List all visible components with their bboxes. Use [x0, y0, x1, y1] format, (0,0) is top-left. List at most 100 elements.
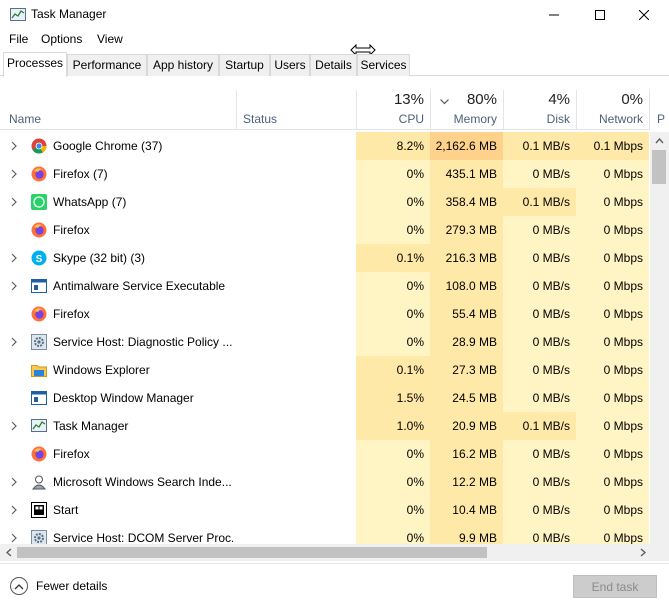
expand-chevron-icon[interactable] [9, 168, 19, 180]
process-memory: 358.4 MB [430, 188, 503, 216]
vertical-scrollbar[interactable] [650, 132, 669, 544]
window-title: Task Manager [31, 7, 107, 21]
tab-bar: Processes Performance App history Startu… [0, 52, 669, 77]
process-disk: 0 MB/s [503, 468, 576, 496]
process-memory: 27.3 MB [430, 356, 503, 384]
process-row[interactable]: Firefox 0% 55.4 MB 0 MB/s 0 Mbps [0, 300, 650, 328]
process-name: Desktop Window Manager [53, 391, 194, 405]
expand-chevron-icon[interactable] [9, 196, 19, 208]
expand-chevron-icon[interactable] [9, 476, 19, 488]
process-memory: 12.2 MB [430, 468, 503, 496]
column-name[interactable]: Name [0, 90, 236, 130]
process-cpu: 0% [356, 328, 430, 356]
column-disk[interactable]: 4% Disk [503, 90, 576, 130]
process-memory: 216.3 MB [430, 244, 503, 272]
process-network: 0 Mbps [576, 160, 649, 188]
column-name-label: Name [9, 112, 42, 126]
process-disk: 0 MB/s [503, 384, 576, 412]
process-row[interactable]: Google Chrome (37) 8.2% 2,162.6 MB 0.1 MB/s… [0, 132, 650, 160]
column-cpu[interactable]: 13% CPU [356, 90, 430, 130]
process-cpu: 0% [356, 468, 430, 496]
process-name: Windows Explorer [53, 363, 150, 377]
vertical-scroll-thumb[interactable] [652, 150, 666, 184]
process-disk: 0 MB/s [503, 300, 576, 328]
menu-file[interactable]: File [9, 32, 28, 46]
process-memory: 279.3 MB [430, 216, 503, 244]
process-network: 0 Mbps [576, 328, 649, 356]
process-row[interactable]: Firefox 0% 16.2 MB 0 MB/s 0 Mbps [0, 440, 650, 468]
tab-users[interactable]: Users [270, 54, 310, 76]
expand-chevron-icon[interactable] [9, 532, 19, 544]
process-row[interactable]: Service Host: Diagnostic Policy ... 0% 28.… [0, 328, 650, 356]
process-disk: 0.1 MB/s [503, 132, 576, 160]
chrome-icon [31, 138, 47, 154]
minimize-button[interactable] [531, 0, 577, 30]
title-bar[interactable]: Task Manager [0, 0, 669, 30]
process-row[interactable]: Firefox 0% 279.3 MB 0 MB/s 0 Mbps [0, 216, 650, 244]
horizontal-scrollbar[interactable] [0, 544, 669, 561]
process-network: 0 Mbps [576, 524, 649, 544]
process-row[interactable]: Task Manager 1.0% 20.9 MB 0.1 MB/s 0 Mbps [0, 412, 650, 440]
process-cpu: 8.2% [356, 132, 430, 160]
process-cpu: 1.5% [356, 384, 430, 412]
minimize-icon [549, 14, 559, 16]
fewer-details-link[interactable]: Fewer details [36, 579, 107, 593]
column-memory[interactable]: 80% Memory [430, 90, 503, 130]
firefox-icon [31, 166, 47, 182]
process-row[interactable]: Microsoft Windows Search Inde... 0% 12.2 M… [0, 468, 650, 496]
process-row[interactable]: Service Host: DCOM Server Proc... 0% 9.9 M… [0, 524, 650, 544]
end-task-button[interactable]: End task [573, 575, 657, 598]
process-row[interactable]: WhatsApp (7) 0% 358.4 MB 0.1 MB/s 0 Mbps [0, 188, 650, 216]
skype-icon: S [31, 250, 47, 266]
memory-total: 80% [466, 91, 497, 108]
process-disk: 0 MB/s [503, 272, 576, 300]
scroll-right-icon [640, 548, 647, 557]
process-memory: 9.9 MB [430, 524, 503, 544]
process-disk: 0.1 MB/s [503, 412, 576, 440]
expand-chevron-icon[interactable] [9, 252, 19, 264]
maximize-button[interactable] [577, 0, 623, 30]
process-row[interactable]: Start 0% 10.4 MB 0 MB/s 0 Mbps [0, 496, 650, 524]
tab-processes[interactable]: Processes [3, 52, 67, 77]
process-disk: 0 MB/s [503, 216, 576, 244]
expand-chevron-icon[interactable] [9, 336, 19, 348]
process-network: 0 Mbps [576, 468, 649, 496]
process-memory: 10.4 MB [430, 496, 503, 524]
tab-details[interactable]: Details [310, 54, 357, 76]
network-total: 0% [621, 91, 643, 108]
expand-chevron-icon[interactable] [9, 420, 19, 432]
tab-performance[interactable]: Performance [67, 54, 147, 76]
column-status-label: Status [243, 112, 278, 126]
tab-services[interactable]: Services [357, 54, 410, 76]
process-row[interactable]: S Skype (32 bit) (3) 0.1% 216.3 MB 0 MB/s 0 M… [0, 244, 650, 272]
scroll-up-icon [655, 137, 664, 144]
menu-options[interactable]: Options [41, 32, 82, 46]
svg-text:S: S [36, 254, 43, 265]
process-row[interactable]: Desktop Window Manager 1.5% 24.5 MB 0 MB/s 0… [0, 384, 650, 412]
tab-startup[interactable]: Startup [219, 54, 270, 76]
process-name: Microsoft Windows Search Inde... [53, 475, 232, 489]
process-row[interactable]: Antimalware Service Executable 0% 108.0 MB… [0, 272, 650, 300]
process-name: Service Host: Diagnostic Policy ... [53, 335, 233, 349]
expand-chevron-icon[interactable] [9, 280, 19, 292]
process-network: 0 Mbps [576, 216, 649, 244]
horizontal-scroll-thumb[interactable] [17, 547, 487, 558]
fewer-details-icon[interactable] [10, 577, 28, 595]
close-button[interactable] [621, 0, 667, 30]
column-power[interactable]: P [649, 90, 669, 130]
sort-down-chevron-icon [440, 94, 449, 108]
expand-chevron-icon[interactable] [9, 140, 19, 152]
menu-view[interactable]: View [97, 32, 123, 46]
process-disk: 0 MB/s [503, 356, 576, 384]
column-network[interactable]: 0% Network [576, 90, 649, 130]
process-cpu: 0% [356, 524, 430, 544]
tab-app-history[interactable]: App history [147, 54, 219, 76]
expand-chevron-icon[interactable] [9, 504, 19, 516]
process-row[interactable]: Firefox (7) 0% 435.1 MB 0 MB/s 0 Mbps [0, 160, 650, 188]
process-cpu: 0.1% [356, 244, 430, 272]
process-network: 0.1 Mbps [576, 132, 649, 160]
process-name: Google Chrome (37) [53, 139, 163, 153]
process-row[interactable]: Windows Explorer 0.1% 27.3 MB 0 MB/s 0 Mbps [0, 356, 650, 384]
column-status[interactable]: Status [236, 90, 356, 130]
column-power-label: P [657, 112, 666, 126]
